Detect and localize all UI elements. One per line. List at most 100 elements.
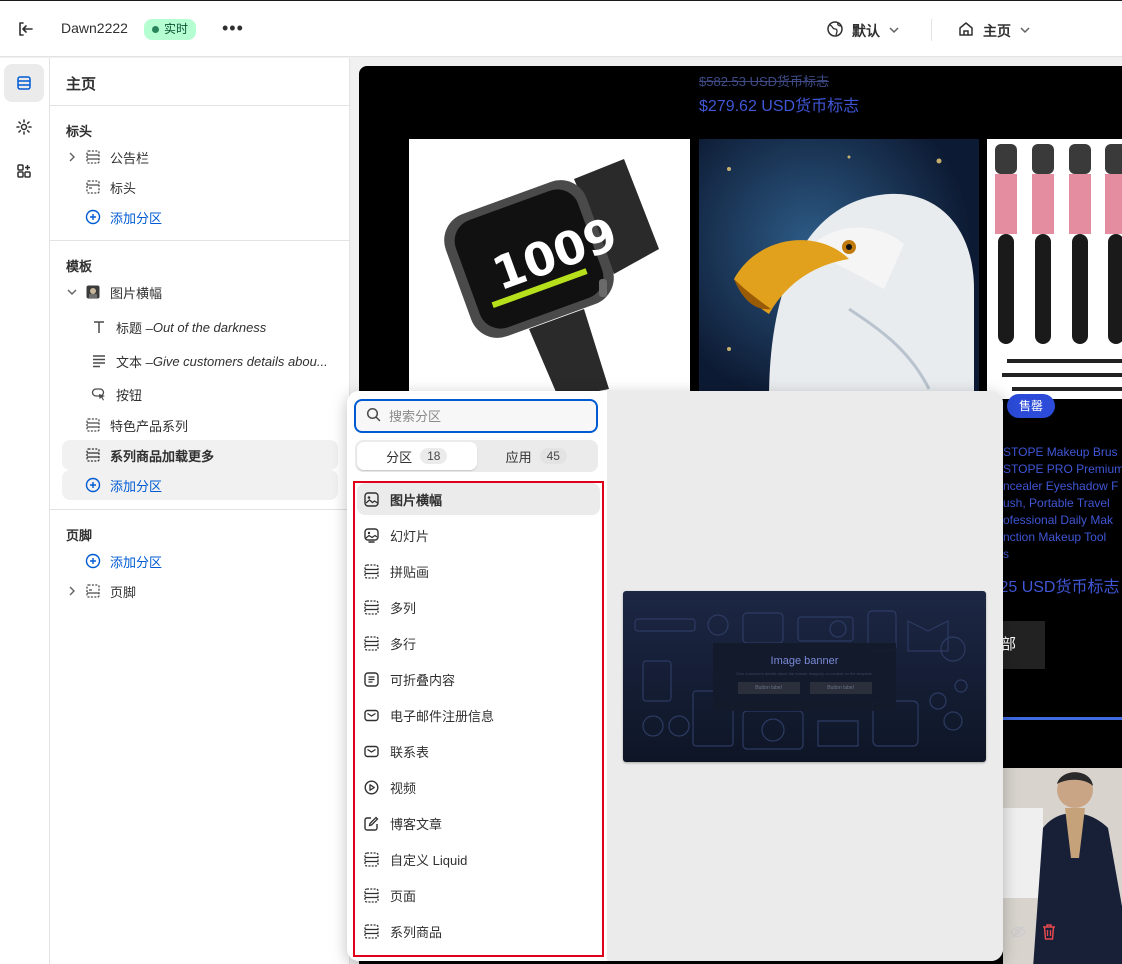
product-compare-price: $582.53 USD货币标志 <box>699 74 830 89</box>
list-item[interactable]: 联系表 <box>357 735 600 767</box>
preview-button: Button label <box>809 682 872 694</box>
list-item[interactable]: 幻灯片 <box>357 519 600 551</box>
add-section-label: 添加分区 <box>110 210 163 226</box>
list-item[interactable]: 自定义 Liquid <box>357 843 600 875</box>
preview-button: Button label <box>737 682 800 694</box>
section-icon <box>363 887 379 903</box>
sidebar-item-label: 页脚 <box>110 584 137 600</box>
product-card-eagle[interactable] <box>699 139 979 399</box>
image-thumbnail-icon <box>82 284 104 300</box>
list-item[interactable]: 拼贴画 <box>357 555 600 587</box>
top-bar: Dawn2222 实时 ••• 默认 主页 <box>0 0 1122 57</box>
rail-apps-button[interactable] <box>4 152 44 190</box>
section-icon <box>363 635 379 651</box>
sidebar-item-announcement-bar[interactable]: 公告栏 <box>62 142 338 172</box>
plus-circle-icon <box>82 477 104 493</box>
search-field[interactable] <box>354 399 598 433</box>
list-item[interactable]: 博客文章 <box>357 807 600 839</box>
chevron-right-icon[interactable] <box>62 586 82 596</box>
add-section-button[interactable]: 添加分区 <box>62 546 338 576</box>
section-icon <box>82 149 104 165</box>
sidebar-item-image-banner[interactable]: 图片横幅 <box>62 277 338 307</box>
page-selector[interactable]: 主页 <box>957 20 1031 41</box>
eye-off-icon[interactable] <box>1009 923 1027 944</box>
product-card-makeup-brushes[interactable] <box>987 139 1122 399</box>
preview-subtitle: Give customers details about the banner … <box>735 671 874 676</box>
product-title-line: nction Makeup Tool <box>1003 530 1107 544</box>
image-banner-preview: Image banner Give customers details abou… <box>623 591 986 762</box>
list-item[interactable]: 视频 <box>357 771 600 803</box>
section-sidebar: 主页 标头 公告栏 标头 添加分区 模板 图片横幅 标题 – Out of th… <box>50 58 350 964</box>
list-item[interactable]: 多列 <box>357 591 600 623</box>
apps-icon <box>17 164 31 178</box>
chevron-down-icon[interactable] <box>62 287 82 297</box>
rail-sections-button[interactable] <box>4 64 44 102</box>
more-actions-button[interactable]: ••• <box>222 18 244 39</box>
sidebar-item-header[interactable]: 标头 <box>62 172 338 202</box>
sidebar-item-featured-collection[interactable]: 特色产品系列 <box>62 410 338 440</box>
divider <box>931 19 932 41</box>
list-item[interactable]: 系列商品 <box>357 915 600 947</box>
add-section-button[interactable]: 添加分区 <box>62 202 338 232</box>
section-list: 图片横幅 幻灯片 拼贴画 多列 多行 可折叠内容 电子邮件注册信息 联系表 视频… <box>353 481 604 957</box>
theme-label: 默认 <box>852 22 880 39</box>
product-card-watch[interactable]: 1009 <box>409 139 690 399</box>
list-item[interactable]: 多行 <box>357 627 600 659</box>
block-prefix: 标题 – <box>116 320 153 336</box>
product-title-line: s <box>1003 547 1009 561</box>
product-title[interactable]: STOPE Makeup Brus STOPE PRO Premium ncea… <box>1003 444 1122 563</box>
exit-icon[interactable] <box>14 18 36 40</box>
sidebar-block-text[interactable]: 文本 – Give customers details abou... <box>88 346 338 376</box>
product-title-line: ofessional Daily Mak <box>1003 513 1114 527</box>
sections-icon <box>17 76 31 90</box>
progress-line <box>1003 717 1122 720</box>
sidebar-item-collection-load-more[interactable]: 系列商品加载更多 <box>62 440 338 470</box>
chevron-right-icon[interactable] <box>62 152 82 162</box>
edit-icon <box>363 815 379 831</box>
footer-group-heading: 页脚 <box>66 528 93 543</box>
tab-count: 18 <box>420 448 448 464</box>
list-item-label: 可折叠内容 <box>390 672 456 688</box>
gear-icon <box>16 119 32 135</box>
product-title-line: ush, Portable Travel <box>1003 496 1110 510</box>
list-item-label: 页面 <box>390 888 417 904</box>
tab-sections[interactable]: 分区 18 <box>357 442 477 470</box>
section-preview-panel: Image banner Give customers details abou… <box>607 391 1003 961</box>
plus-circle-icon <box>82 209 104 225</box>
list-item-label: 幻灯片 <box>390 528 430 544</box>
sidebar-item-footer[interactable]: 页脚 <box>62 576 338 606</box>
divider <box>50 509 350 510</box>
search-input[interactable] <box>389 408 579 424</box>
sidebar-block-heading[interactable]: 标题 – Out of the darkness <box>88 312 338 342</box>
slideshow-icon <box>363 527 379 543</box>
list-item[interactable]: 电子邮件注册信息 <box>357 699 600 731</box>
block-prefix: 文本 – <box>116 354 153 370</box>
list-item[interactable]: 图片横幅 <box>357 483 600 515</box>
sidebar-item-label: 特色产品系列 <box>110 418 189 434</box>
block-label: 按钮 <box>116 387 143 403</box>
trash-icon[interactable] <box>1041 923 1057 944</box>
add-section-label: 添加分区 <box>110 478 163 494</box>
list-item[interactable]: 页面 <box>357 879 600 911</box>
list-item[interactable]: 可折叠内容 <box>357 663 600 695</box>
image-banner-icon <box>363 491 379 507</box>
section-icon <box>82 447 104 463</box>
chevron-down-icon <box>888 23 900 39</box>
block-label: Out of the darkness <box>152 319 267 335</box>
product-title-line: STOPE Makeup Brus <box>1003 445 1118 459</box>
theme-selector[interactable]: 默认 <box>826 20 900 41</box>
store-name[interactable]: Dawn2222 <box>61 20 128 36</box>
tab-label: 分区 <box>386 449 413 465</box>
tab-apps[interactable]: 应用 45 <box>477 442 597 470</box>
search-icon <box>366 407 381 425</box>
collapsible-icon <box>363 671 379 687</box>
section-app-tabs: 分区 18 应用 45 <box>355 440 598 472</box>
template-group-heading: 模板 <box>66 259 93 274</box>
icon-rail <box>0 58 50 964</box>
sidebar-block-button[interactable]: 按钮 <box>88 379 338 409</box>
rail-settings-button[interactable] <box>4 108 44 146</box>
add-section-button[interactable]: 添加分区 <box>62 470 338 500</box>
section-icon <box>82 417 104 433</box>
live-status-badge: 实时 <box>144 19 197 40</box>
list-item-label: 视频 <box>390 780 417 796</box>
